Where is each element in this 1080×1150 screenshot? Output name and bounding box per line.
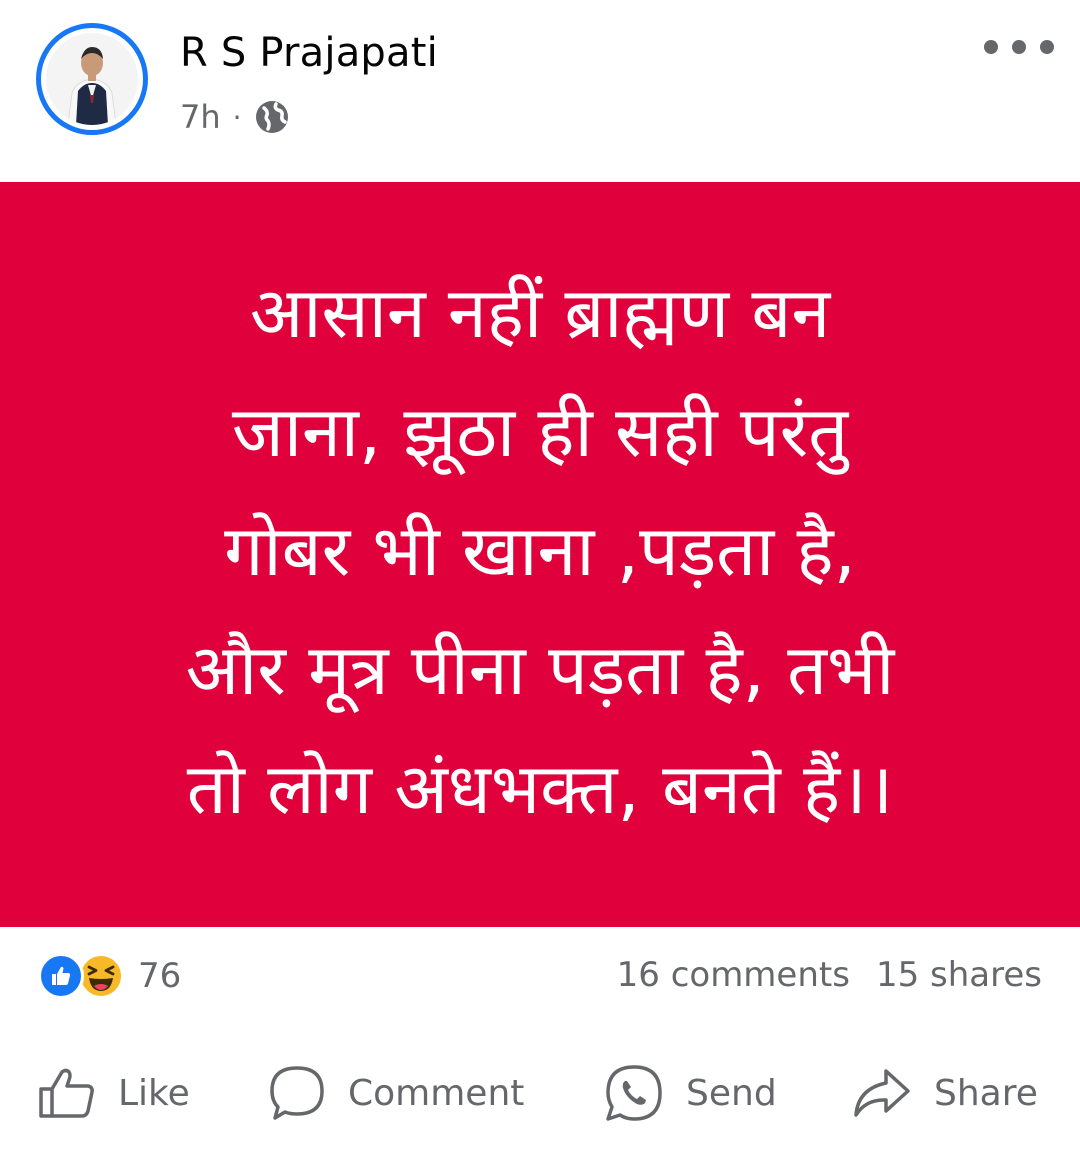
post-text-line: तो लोग अंधभक्त, बनते हैं।। — [186, 748, 894, 830]
more-dot-icon — [984, 40, 998, 54]
like-reaction-icon — [38, 953, 84, 999]
post-time[interactable]: 7h — [180, 98, 221, 136]
meta-separator: · — [232, 100, 242, 134]
post-text-line: गोबर भी खाना ,पड़ता है, — [224, 510, 856, 592]
shares-count-link[interactable]: 15 shares — [876, 955, 1042, 995]
post-header: R S Prajapati 7h · — [0, 0, 1080, 180]
globe-icon — [254, 99, 290, 135]
more-options-button[interactable] — [984, 30, 1054, 64]
avatar-photo — [46, 33, 138, 125]
reactions-summary[interactable]: 76 — [38, 953, 181, 999]
post-text-line: और मूत्र पीना पड़ता है, तभी — [185, 629, 895, 711]
share-arrow-icon — [854, 1069, 910, 1117]
share-label: Share — [934, 1072, 1038, 1114]
like-label: Like — [118, 1072, 190, 1114]
author-avatar[interactable] — [36, 23, 148, 135]
comment-button[interactable]: Comment — [268, 1058, 524, 1128]
comments-count-link[interactable]: 16 comments — [617, 955, 850, 995]
send-button[interactable]: Send — [604, 1058, 777, 1128]
post-text-banner[interactable]: आसान नहीं ब्राह्मण बन जाना, झूठा ही सही … — [0, 182, 1080, 927]
comment-label: Comment — [348, 1072, 525, 1114]
engagement-counts: 16 comments 15 shares — [617, 955, 1042, 995]
post-meta: 7h · — [180, 98, 290, 136]
post-text-line: आसान नहीं ब्राह्मण बन — [249, 272, 831, 354]
more-dot-icon — [1012, 40, 1026, 54]
post-text: आसान नहीं ब्राह्मण बन जाना, झूठा ही सही … — [90, 254, 990, 849]
share-button[interactable]: Share — [852, 1058, 1038, 1128]
haha-reaction-icon — [78, 953, 124, 999]
whatsapp-icon — [606, 1065, 662, 1121]
post-stats: 76 16 comments 15 shares — [0, 945, 1080, 1005]
reaction-count: 76 — [138, 956, 182, 996]
stats-spacer — [850, 955, 876, 995]
send-label: Send — [686, 1072, 777, 1114]
post-action-bar: Like Comment Send Share — [0, 1058, 1080, 1128]
post-text-line: जाना, झूठा ही सही परंतु — [231, 391, 849, 473]
author-name[interactable]: R S Prajapati — [180, 30, 438, 76]
more-dot-icon — [1040, 40, 1054, 54]
thumbs-up-icon — [39, 1068, 94, 1118]
comment-bubble-icon — [270, 1066, 324, 1120]
like-button[interactable]: Like — [38, 1058, 190, 1128]
